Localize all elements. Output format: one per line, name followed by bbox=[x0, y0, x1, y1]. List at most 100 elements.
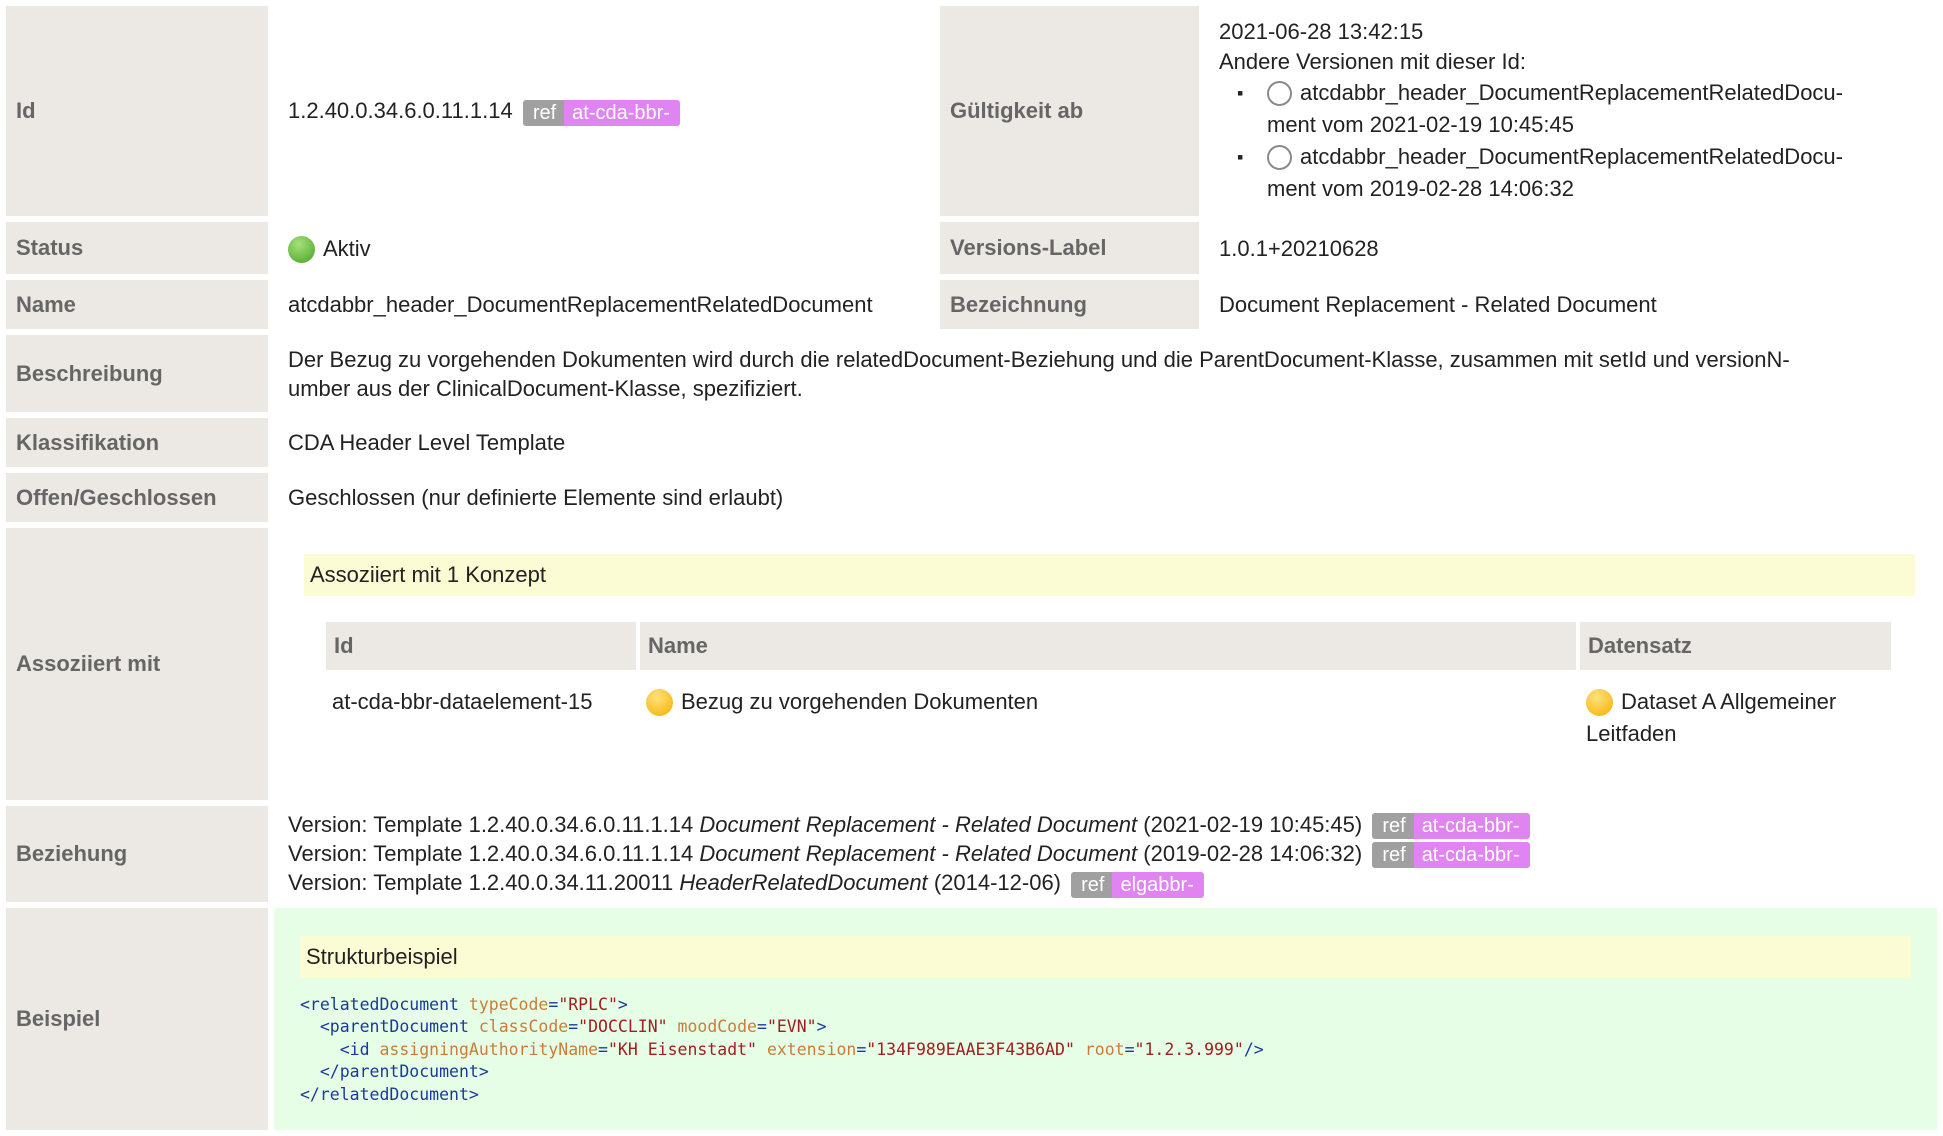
active-status-icon bbox=[288, 235, 315, 263]
row-classification: Klassifikation CDA Header Level Template bbox=[6, 418, 1937, 467]
version-date: ment vom 2019-02-28 14:06:32 bbox=[1267, 176, 1574, 201]
validity-cell: 2021-06-28 13:42:15 Andere Versionen mit… bbox=[1205, 6, 1937, 216]
code-value: "EVN" bbox=[766, 1017, 817, 1037]
column-header-dataset: Datensatz bbox=[1580, 622, 1891, 670]
id-value-cell: 1.2.40.0.34.6.0.11.1.14 ref at-cda-bbr- bbox=[274, 6, 934, 216]
ref-badge[interactable]: ref at-cda-bbr- bbox=[522, 99, 680, 126]
code-value: "RPLC" bbox=[558, 994, 618, 1014]
concept-table-wrap: Id Name Datensatz at-cda-bbr-dataelement… bbox=[304, 618, 1915, 766]
code-tag: <parentDocument bbox=[319, 1017, 469, 1037]
code-tag: <relatedDocument bbox=[300, 994, 459, 1014]
code-tag: > bbox=[617, 994, 628, 1014]
description-label: Beschreibung bbox=[6, 335, 268, 412]
relationship-prefix: Version: Template 1.2.40.0.34.11.20011 bbox=[288, 870, 674, 896]
code-tag: /> bbox=[1243, 1039, 1264, 1059]
concept-name-cell: Bezug zu vorgehenden Dokumenten bbox=[640, 674, 1576, 762]
validity-date: 2021-06-28 13:42:15 bbox=[1219, 19, 1424, 44]
ref-badge[interactable]: ref at-cda-bbr- bbox=[1372, 842, 1530, 869]
other-versions-list: atcdabbr_header_DocumentReplacementRelat… bbox=[1219, 77, 1923, 205]
designation-label: Bezeichnung bbox=[940, 280, 1199, 329]
relationship-item: Version: Template 1.2.40.0.34.6.0.11.1.1… bbox=[288, 839, 1923, 869]
designation-value: Document Replacement - Related Document bbox=[1219, 292, 1657, 317]
concept-dataset[interactable]: Dataset A Allgemeiner Leitfaden bbox=[1586, 689, 1836, 746]
ref-badge-name: at-cda-bbr- bbox=[1413, 813, 1530, 840]
name-value: atcdabbr_header_DocumentReplacementRelat… bbox=[288, 292, 873, 317]
other-versions-label: Andere Versionen mit dieser Id: bbox=[1219, 49, 1526, 74]
associated-cell: Assoziiert mit 1 Konzept Id Name Datensa… bbox=[274, 528, 1937, 800]
version-item: atcdabbr_header_DocumentReplacementRelat… bbox=[1237, 141, 1923, 205]
example-cell: Strukturbeispiel <relatedDocument typeCo… bbox=[274, 907, 1937, 1130]
code-attr: classCode bbox=[478, 1017, 569, 1037]
ref-badge[interactable]: ref at-cda-bbr- bbox=[1372, 813, 1530, 840]
description-line: umber aus der ClinicalDocument-Klasse, s… bbox=[288, 375, 803, 401]
code-tag: <id bbox=[339, 1039, 370, 1059]
row-status: Status Aktiv Versions-Label 1.0.1+202106… bbox=[6, 222, 1937, 274]
relationship-item: Version: Template 1.2.40.0.34.6.0.11.1.1… bbox=[288, 810, 1923, 840]
relationship-item: Version: Template 1.2.40.0.34.11.20011 H… bbox=[288, 868, 1923, 898]
status-value: Aktiv bbox=[323, 235, 371, 261]
draft-status-icon bbox=[646, 689, 673, 716]
description-line: Der Bezug zu vorgehenden Dokumenten wird… bbox=[288, 346, 1790, 372]
relationship-cell: Version: Template 1.2.40.0.34.6.0.11.1.1… bbox=[274, 806, 1937, 902]
code-attr: assigningAuthorityName bbox=[379, 1039, 599, 1059]
open-closed-value: Geschlossen (nur definierte Elemente sin… bbox=[288, 485, 784, 510]
relationship-date: (2014-12-06) bbox=[933, 870, 1061, 896]
relationship-label: Beziehung bbox=[6, 806, 268, 902]
relationship-prefix: Version: Template 1.2.40.0.34.6.0.11.1.1… bbox=[288, 812, 694, 837]
classification-label: Klassifikation bbox=[6, 418, 268, 467]
radio-icon[interactable] bbox=[1267, 81, 1292, 106]
ref-badge-name: elgabbr- bbox=[1112, 871, 1204, 898]
relationship-title[interactable]: Document Replacement - Related Document bbox=[699, 812, 1137, 837]
version-item: atcdabbr_header_DocumentReplacementRelat… bbox=[1237, 77, 1923, 141]
description-cell: Der Bezug zu vorgehenden Dokumenten wird… bbox=[274, 335, 1937, 412]
relationship-title[interactable]: HeaderRelatedDocument bbox=[679, 870, 927, 895]
classification-value: CDA Header Level Template bbox=[288, 430, 566, 455]
version-link[interactable]: atcdabbr_header_DocumentReplacementRelat… bbox=[1300, 144, 1843, 169]
ref-badge-name: at-cda-bbr- bbox=[1413, 842, 1530, 869]
ref-badge[interactable]: ref elgabbr- bbox=[1071, 871, 1204, 898]
id-value: 1.2.40.0.34.6.0.11.1.14 bbox=[288, 98, 513, 124]
concept-table: Id Name Datensatz at-cda-bbr-dataelement… bbox=[322, 618, 1895, 766]
validity-label: Gültigkeit ab bbox=[940, 6, 1199, 216]
status-cell: Aktiv bbox=[274, 222, 934, 274]
code-attr: extension bbox=[766, 1039, 857, 1059]
ref-badge-prefix: ref bbox=[1372, 842, 1414, 869]
radio-icon[interactable] bbox=[1267, 145, 1292, 170]
code-attr: moodCode bbox=[677, 1017, 757, 1037]
code-value: "KH Eisenstadt" bbox=[607, 1039, 757, 1059]
example-heading: Strukturbeispiel bbox=[300, 935, 1911, 978]
row-name: Name atcdabbr_header_DocumentReplacement… bbox=[6, 280, 1937, 329]
ref-badge-name: at-cda-bbr- bbox=[564, 99, 680, 126]
code-attr: typeCode bbox=[468, 994, 549, 1014]
version-label-label: Versions-Label bbox=[940, 222, 1199, 274]
id-label: Id bbox=[6, 6, 268, 216]
concept-id[interactable]: at-cda-bbr-dataelement-15 bbox=[326, 674, 636, 762]
template-details-table: Id 1.2.40.0.34.6.0.11.1.14 ref at-cda-bbr… bbox=[0, 0, 1943, 1136]
code-tag: </relatedDocument> bbox=[300, 1084, 479, 1104]
draft-status-icon bbox=[1586, 689, 1613, 716]
code-attr: root bbox=[1084, 1039, 1125, 1059]
version-label-value: 1.0.1+20210628 bbox=[1219, 235, 1379, 261]
concept-name[interactable]: Bezug zu vorgehenden Dokumenten bbox=[681, 689, 1038, 714]
row-associated: Assoziiert mit Assoziiert mit 1 Konzept … bbox=[6, 528, 1937, 800]
row-id: Id 1.2.40.0.34.6.0.11.1.14 ref at-cda-bbr… bbox=[6, 6, 1937, 216]
relationship-title[interactable]: Document Replacement - Related Document bbox=[699, 841, 1137, 866]
ref-badge-prefix: ref bbox=[522, 99, 565, 126]
code-value: "134F989EAAE3F43B6AD" bbox=[866, 1039, 1075, 1059]
code-value: "DOCCLIN" bbox=[578, 1017, 668, 1037]
version-date: ment vom 2021-02-19 10:45:45 bbox=[1267, 112, 1574, 137]
xml-code-block: <relatedDocument typeCode="RPLC"> <paren… bbox=[300, 994, 1264, 1104]
associated-label: Assoziiert mit bbox=[6, 528, 268, 800]
concept-table-header: Id Name Datensatz bbox=[326, 622, 1891, 670]
status-label: Status bbox=[6, 222, 268, 274]
code-value: "1.2.3.999" bbox=[1134, 1039, 1244, 1059]
relationship-date: (2019-02-28 14:06:32) bbox=[1143, 841, 1363, 867]
column-header-name: Name bbox=[640, 622, 1576, 670]
row-open-closed: Offen/Geschlossen Geschlossen (nur defin… bbox=[6, 473, 1937, 522]
code-tag: > bbox=[816, 1017, 827, 1037]
row-description: Beschreibung Der Bezug zu vorgehenden Do… bbox=[6, 335, 1937, 412]
row-relationship: Beziehung Version: Template 1.2.40.0.34.… bbox=[6, 806, 1937, 902]
example-label: Beispiel bbox=[6, 907, 268, 1130]
version-link[interactable]: atcdabbr_header_DocumentReplacementRelat… bbox=[1300, 80, 1843, 105]
row-example: Beispiel Strukturbeispiel <relatedDocume… bbox=[6, 907, 1937, 1130]
